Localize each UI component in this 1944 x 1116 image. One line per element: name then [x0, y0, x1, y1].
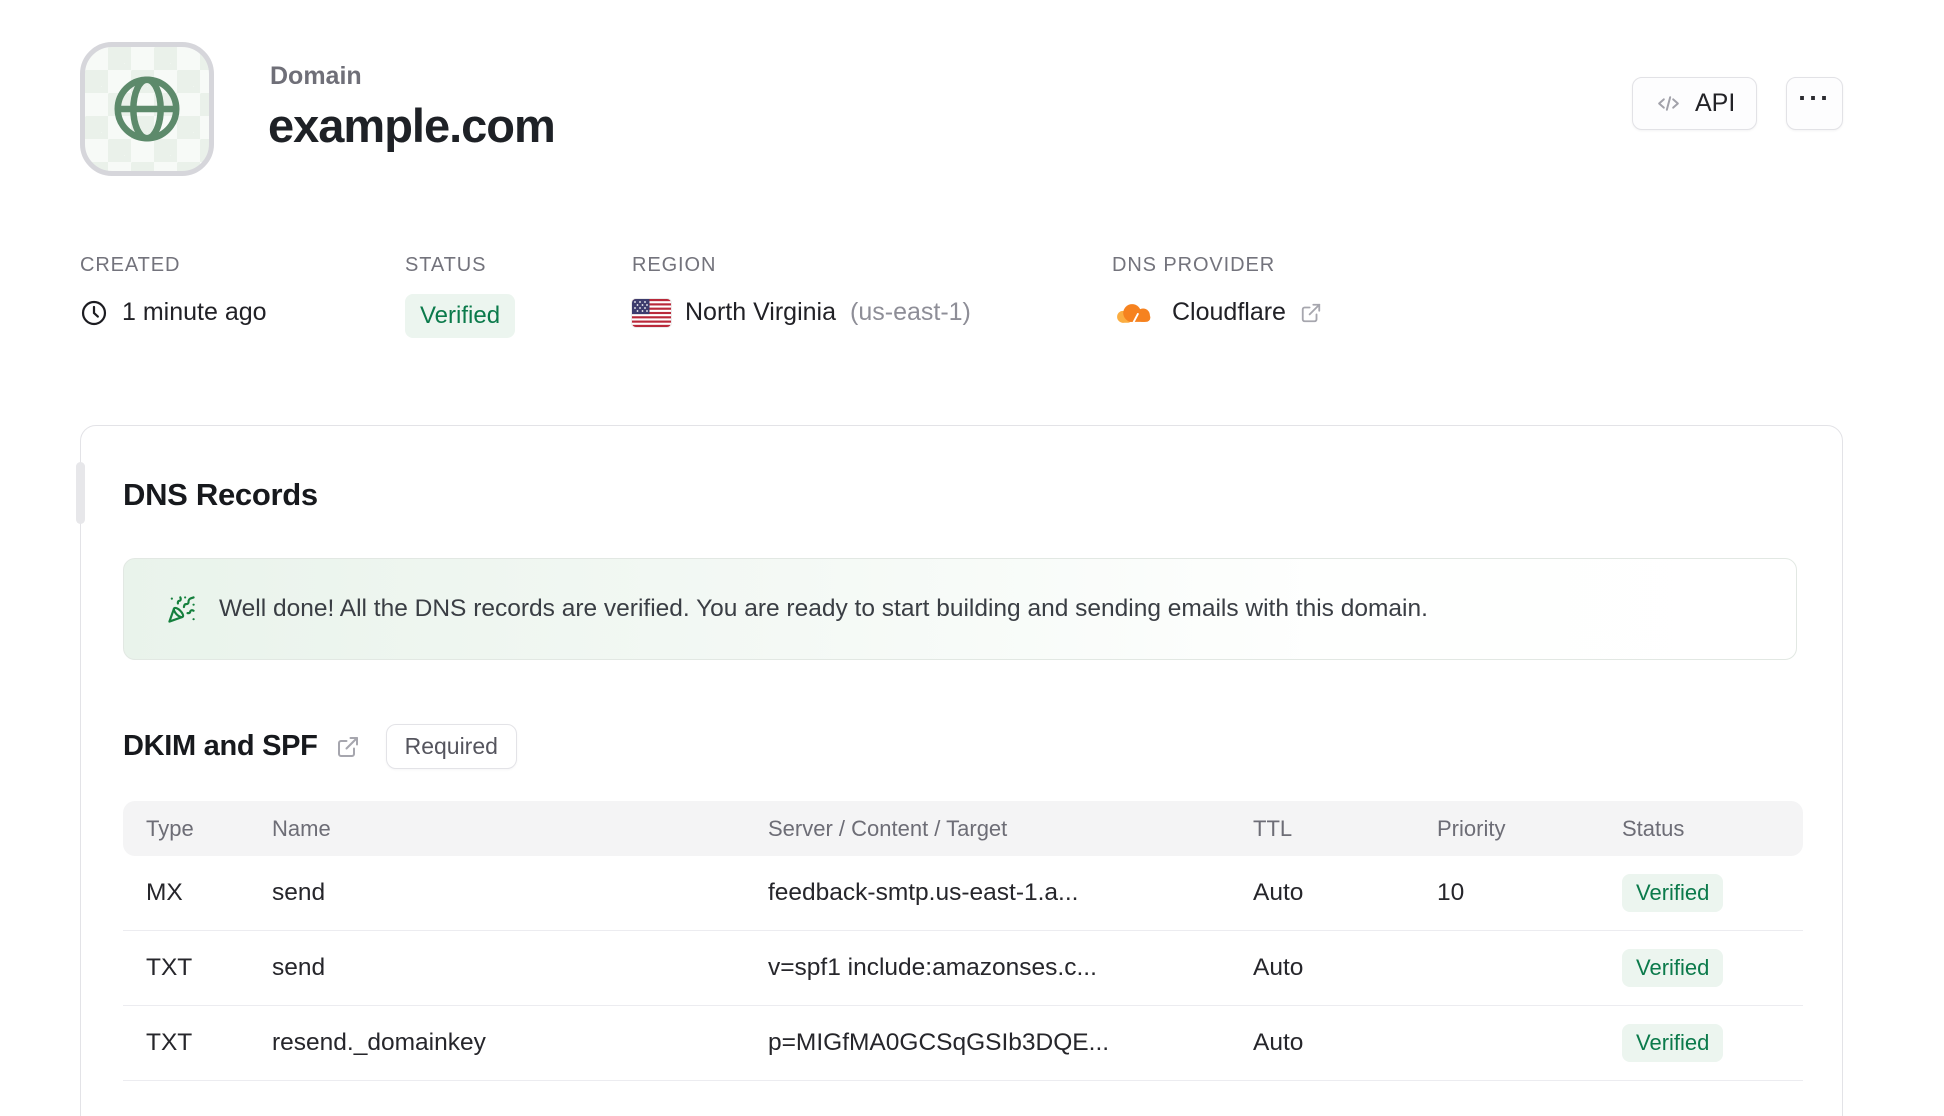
cell-content: v=spf1 include:amazonses.c...	[768, 954, 1097, 981]
meta-status: STATUS Verified	[405, 254, 516, 338]
dkim-spf-title: DKIM and SPF	[123, 730, 318, 762]
more-button[interactable]: ···	[1786, 77, 1844, 130]
cell-ttl: Auto	[1253, 879, 1304, 906]
party-popper-icon	[167, 595, 196, 624]
cell-type: TXT	[146, 954, 193, 981]
dns-table-body: MX send feedback-smtp.us-east-1.a... Aut…	[123, 856, 1803, 1081]
verified-badge: Verified	[1622, 1024, 1724, 1062]
api-button[interactable]: API	[1632, 77, 1758, 130]
status-label: STATUS	[405, 254, 487, 276]
header-actions: API ···	[1632, 77, 1844, 130]
created-value: 1 minute ago	[122, 298, 267, 326]
dns-records-card: DNS Records Well done! All the DNS recor…	[76, 425, 1843, 1116]
code-icon	[1654, 91, 1683, 116]
meta-region: REGION North Virginia (us-east-1)	[632, 254, 971, 327]
cell-type: TXT	[146, 1029, 193, 1056]
meta-created: CREATED 1 minute ago	[80, 254, 267, 327]
region-label: REGION	[632, 254, 717, 276]
region-code: (us-east-1)	[850, 298, 971, 326]
status-badge: Verified	[405, 294, 516, 338]
col-priority: Priority	[1437, 815, 1506, 841]
cell-type: MX	[146, 879, 183, 906]
page-title: example.com	[268, 99, 556, 152]
dns-records-table: Type Name Server / Content / Target TTL …	[123, 801, 1803, 1081]
col-content: Server / Content / Target	[768, 815, 1008, 841]
meta-dns-provider: DNS PROVIDER Cloudflare	[1112, 254, 1322, 327]
created-label: CREATED	[80, 254, 181, 276]
col-ttl: TTL	[1253, 815, 1293, 841]
col-type: Type	[146, 815, 194, 841]
cell-priority: 10	[1437, 879, 1465, 906]
verified-badge: Verified	[1622, 949, 1724, 987]
cell-name: send	[272, 879, 326, 906]
cell-ttl: Auto	[1253, 1029, 1304, 1056]
cell-name: send	[272, 954, 326, 981]
table-row[interactable]: MX send feedback-smtp.us-east-1.a... Aut…	[123, 856, 1803, 931]
success-message: Well done! All the DNS records are verif…	[219, 595, 1428, 622]
dns-provider-link[interactable]: Cloudflare	[1172, 298, 1286, 327]
cell-ttl: Auto	[1253, 954, 1304, 981]
globe-icon	[108, 70, 186, 148]
cloudflare-icon	[1112, 301, 1158, 325]
required-badge: Required	[385, 724, 517, 769]
col-name: Name	[272, 815, 331, 841]
dkim-spf-section-head: DKIM and SPF Required	[123, 724, 1842, 769]
verified-badge: Verified	[1622, 874, 1724, 912]
external-link-icon[interactable]	[1300, 302, 1322, 324]
api-button-label: API	[1695, 89, 1736, 117]
scroll-indicator	[76, 462, 85, 524]
cell-name: resend._domainkey	[272, 1029, 486, 1056]
dns-provider-label: DNS PROVIDER	[1112, 254, 1276, 276]
page-kicker: Domain	[270, 62, 362, 90]
us-flag-icon	[632, 298, 671, 327]
table-row[interactable]: TXT resend._domainkey p=MIGfMA0GCSqGSIb3…	[123, 1006, 1803, 1081]
success-banner: Well done! All the DNS records are verif…	[123, 558, 1797, 660]
dkim-external-link-icon[interactable]	[336, 735, 360, 759]
ellipsis-icon: ···	[1798, 83, 1832, 113]
table-row[interactable]: TXT send v=spf1 include:amazonses.c... A…	[123, 931, 1803, 1006]
cell-content: feedback-smtp.us-east-1.a...	[768, 879, 1079, 906]
dns-records-title: DNS Records	[123, 477, 318, 512]
table-header: Type Name Server / Content / Target TTL …	[123, 801, 1803, 856]
region-name: North Virginia	[685, 298, 837, 326]
cell-content: p=MIGfMA0GCSqGSIb3DQE...	[768, 1029, 1110, 1056]
col-status: Status	[1622, 815, 1685, 841]
clock-icon	[80, 299, 108, 327]
domain-detail-page: Domain example.com API ··· CREATED 1 min…	[0, 0, 1944, 1116]
domain-avatar	[80, 42, 214, 176]
